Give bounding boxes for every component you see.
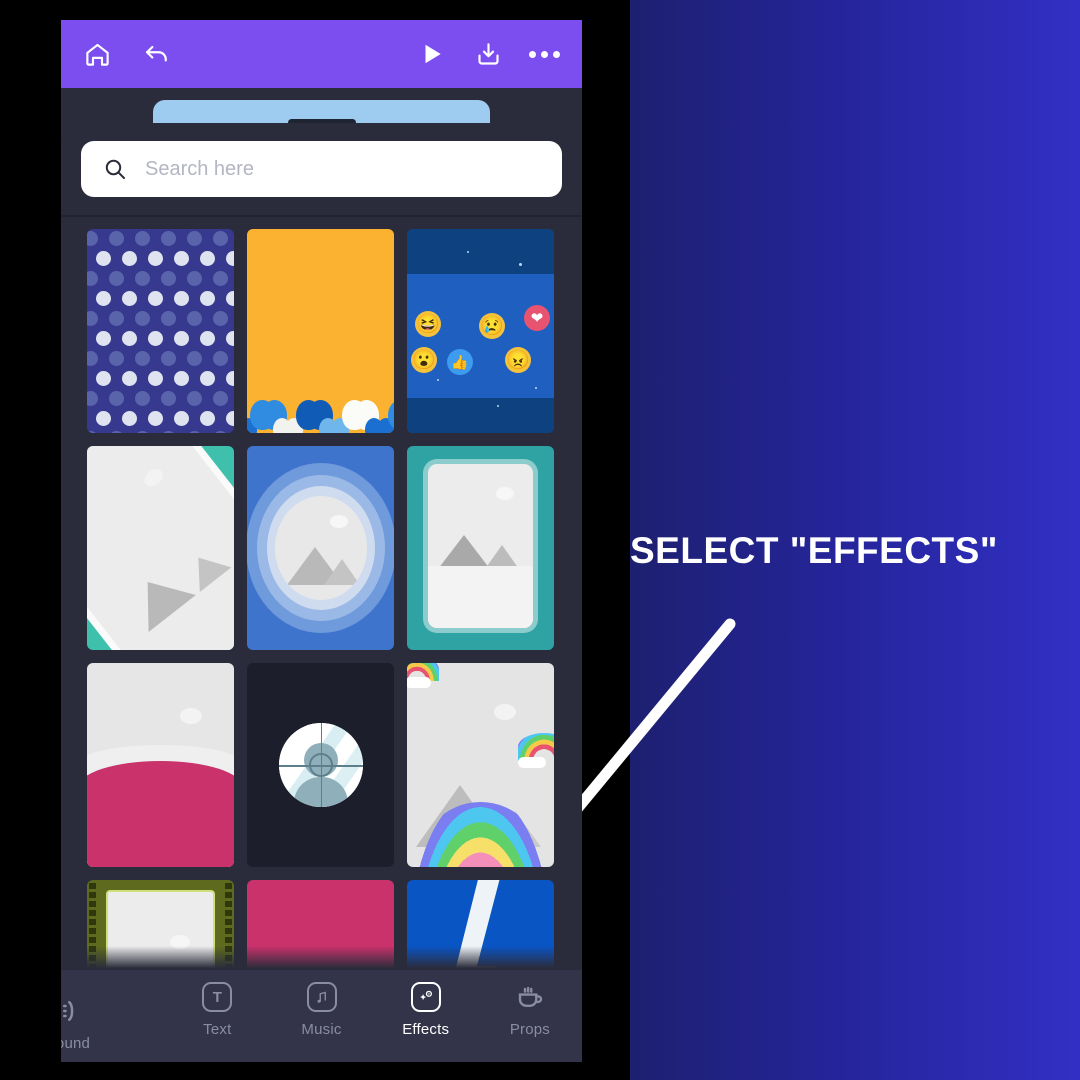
undo-icon[interactable] xyxy=(133,30,181,78)
effect-thumbnail-pink-wave[interactable] xyxy=(87,663,234,867)
tab-music-label: Music xyxy=(301,1021,342,1038)
effect-thumbnail-rainbow[interactable] xyxy=(407,663,554,867)
play-icon[interactable] xyxy=(408,30,456,78)
effect-thumbnail-polka-dots[interactable] xyxy=(87,229,234,433)
effects-grid: 😆 😢 ❤ 😮 👍 😠 xyxy=(87,229,582,970)
effect-thumbnail-pink-fill[interactable] xyxy=(247,880,394,970)
effect-thumbnail-blue-ripple[interactable] xyxy=(247,446,394,650)
sound-wave-icon xyxy=(61,994,90,1028)
tab-sound[interactable]: ound xyxy=(61,994,121,1052)
tab-props-label: Props xyxy=(509,1021,550,1038)
app-toolbar xyxy=(61,20,582,88)
tab-effects[interactable]: Effects xyxy=(374,980,478,1038)
tab-sound-label: ound xyxy=(61,1035,91,1052)
tab-text-label: Text xyxy=(203,1021,232,1038)
coffee-cup-icon xyxy=(513,980,547,1014)
tab-props[interactable]: Props xyxy=(478,980,582,1038)
effect-thumbnail-reactions[interactable]: 😆 😢 ❤ 😮 👍 😠 xyxy=(407,229,554,433)
effect-thumbnail-lightning[interactable] xyxy=(407,880,554,970)
effect-thumbnail-face-tracker[interactable] xyxy=(247,663,394,867)
effect-thumbnail-teal-frame[interactable] xyxy=(407,446,554,650)
download-icon[interactable] xyxy=(464,30,512,78)
phone-screen: Search here 😆 😢 ❤ 😮 👍 😠 und T Text Music… xyxy=(61,20,582,1062)
effect-thumbnail-balloons[interactable] xyxy=(247,229,394,433)
more-icon[interactable] xyxy=(520,30,568,78)
tab-music[interactable]: Music xyxy=(269,980,373,1038)
music-note-icon xyxy=(305,980,339,1014)
search-input[interactable]: Search here xyxy=(81,141,562,197)
effect-thumbnail-tilt-frame[interactable] xyxy=(87,446,234,650)
tab-text[interactable]: T Text xyxy=(165,980,269,1038)
effects-sparkle-icon xyxy=(409,980,443,1014)
bottom-tab-bar: ound T Text Music xyxy=(61,970,582,1062)
effect-thumbnail-film-frame[interactable] xyxy=(87,880,234,970)
search-panel: Search here xyxy=(61,123,582,215)
search-placeholder: Search here xyxy=(145,157,254,180)
home-icon[interactable] xyxy=(73,30,121,78)
search-icon xyxy=(105,159,125,179)
panel-divider xyxy=(61,215,582,217)
annotation-text: SELECT "EFFECTS" xyxy=(630,530,998,571)
tab-effects-label: Effects xyxy=(402,1021,450,1038)
text-icon: T xyxy=(200,980,234,1014)
phone-mockup: Search here 😆 😢 ❤ 😮 👍 😠 und T Text Music… xyxy=(61,0,582,1080)
